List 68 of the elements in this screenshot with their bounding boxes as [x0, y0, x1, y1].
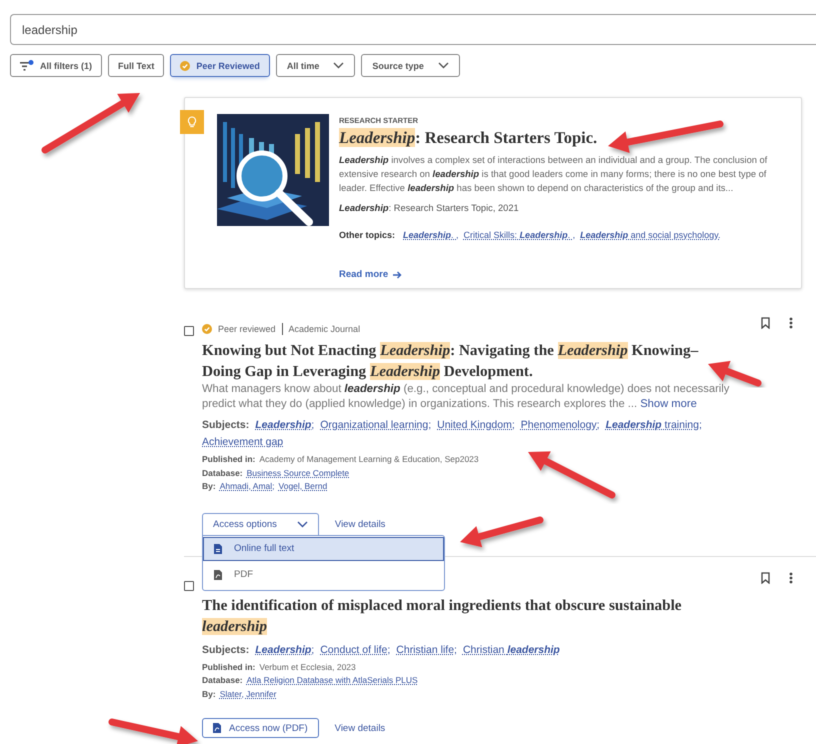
- subject-link[interactable]: Christian life;: [396, 642, 457, 658]
- chevron-down-icon: [296, 520, 308, 528]
- topic-link[interactable]: Leadership. ,: [403, 230, 459, 240]
- author-link[interactable]: Slater, Jennifer: [220, 688, 276, 701]
- more-icon[interactable]: [789, 572, 793, 584]
- check-badge-icon: [180, 60, 190, 70]
- result-title[interactable]: Leadership: Research Starters Topic.: [339, 128, 598, 148]
- field-label: Published in:: [202, 453, 256, 466]
- arrow-right-icon: [393, 270, 402, 278]
- pdf-file-icon: [213, 723, 221, 733]
- result-title[interactable]: Knowing but Not Enacting Leadership: Navigating the Leadership Knowing–Doing Gap in Leveraging Leadership Development.: [202, 340, 727, 382]
- author-link[interactable]: Vogel, Bernd: [278, 480, 328, 494]
- view-details-link[interactable]: View details: [334, 722, 386, 734]
- source-type: Academic Journal: [288, 324, 360, 334]
- result-title[interactable]: The identification of misplaced moral ingredients that obscure sustainable leadership: [202, 594, 727, 636]
- check-badge-icon: [202, 324, 212, 334]
- filter-chip[interactable]: Peer Reviewed: [170, 54, 270, 77]
- subject-link[interactable]: Leadership;: [255, 417, 314, 434]
- field-label: Database:: [202, 466, 243, 480]
- field-label: Published in:: [202, 660, 256, 674]
- subject-link[interactable]: Conduct of life;: [320, 642, 390, 658]
- subject-link[interactable]: Phenomenology;: [520, 417, 600, 434]
- access-now-button[interactable]: Access now (PDF): [202, 718, 319, 738]
- subject-link[interactable]: Organizational learning;: [320, 417, 432, 434]
- description: Leadership involves a complex set of interactions between an individual and a group. The conclusion of extensive research on leadership is that good leaders come in many forms; there is no one best type of leader. Effective leadership has been shown to depend on characteristics of the group and its...: [339, 154, 768, 195]
- field-value: Verbum et Ecclesia, 2023: [259, 660, 356, 674]
- other-topics-label: Other topics:: [339, 230, 396, 240]
- read-more-link[interactable]: Read more: [339, 269, 402, 280]
- subject-link[interactable]: Achievement gap: [202, 434, 284, 451]
- view-details-link[interactable]: View details: [334, 518, 386, 530]
- search-field[interactable]: leadership: [10, 14, 816, 45]
- show-more-link[interactable]: Show more: [640, 398, 697, 410]
- subject-link[interactable]: United Kingdom;: [437, 417, 515, 434]
- access-options-button[interactable]: Access options: [202, 512, 319, 536]
- field-label: By:: [202, 480, 216, 493]
- subject-link[interactable]: Leadership training;: [606, 417, 702, 434]
- dropdown-button[interactable]: Source type: [361, 54, 460, 77]
- filters-button[interactable]: All filters (1): [10, 54, 102, 77]
- bookmark-icon[interactable]: [761, 572, 770, 584]
- lightbulb-icon: [180, 110, 204, 134]
- chevron-down-icon: [333, 62, 344, 69]
- menu-item[interactable]: PDF: [203, 562, 444, 586]
- menu-item[interactable]: Online full text: [203, 536, 444, 560]
- dropdown-button[interactable]: All time: [276, 54, 356, 77]
- topic-link[interactable]: Critical Skills: Leadership. ,: [464, 230, 576, 240]
- database-link[interactable]: Business Source Complete: [246, 466, 350, 480]
- citation: Leadership: Research Starters Topic, 2021: [339, 203, 519, 213]
- checkbox[interactable]: [184, 326, 194, 336]
- subject-link[interactable]: Christian leadership: [462, 642, 560, 658]
- document-icon: [214, 544, 222, 554]
- checkbox[interactable]: [184, 580, 194, 590]
- subject-link[interactable]: Leadership;: [255, 642, 314, 658]
- bookmark-icon[interactable]: [761, 317, 770, 329]
- field-label: By:: [202, 688, 216, 701]
- filter-chip[interactable]: Full Text: [108, 54, 164, 77]
- author-link[interactable]: Ahmadi, Amal;: [220, 480, 275, 494]
- database-link[interactable]: Atla Religion Database with AtlaSerials PLUS: [246, 674, 418, 688]
- subjects-label: Subjects:: [202, 418, 250, 433]
- chevron-down-icon: [438, 62, 449, 69]
- peer-reviewed-label: Peer reviewed: [218, 324, 276, 334]
- topic-link[interactable]: Leadership and social psychology.: [580, 230, 720, 240]
- field-label: Database:: [202, 674, 243, 687]
- abstract: What managers know about leadership (e.g., conceptual and procedural knowledge) does not necessarily predict what they do (applied knowledge) in organizations. This research explores the ... Show more: [202, 382, 730, 412]
- more-icon[interactable]: [789, 317, 793, 329]
- field-value: Academy of Management Learning & Education, Sep2023: [259, 453, 479, 466]
- filter-icon: [20, 60, 34, 72]
- pdf-file-icon: [214, 570, 222, 580]
- subjects-label: Subjects:: [202, 642, 250, 658]
